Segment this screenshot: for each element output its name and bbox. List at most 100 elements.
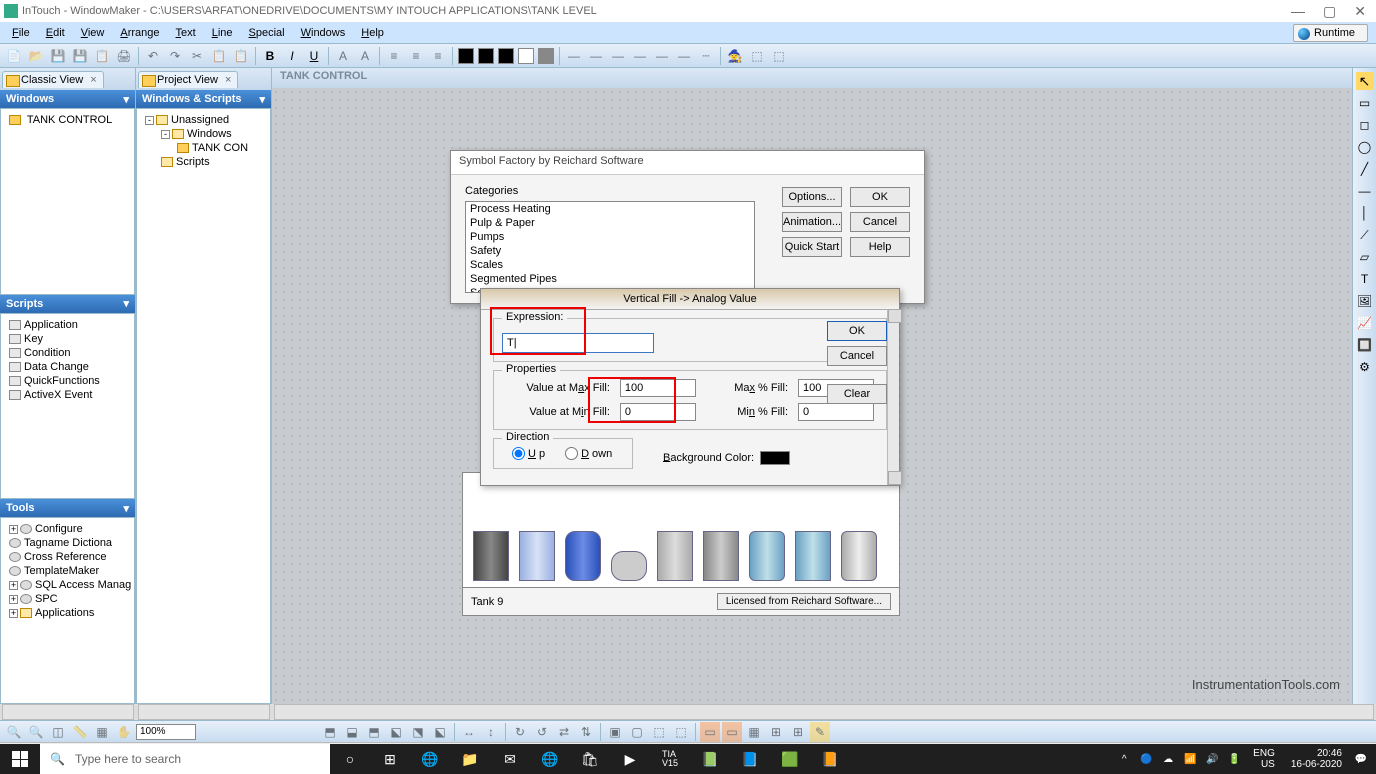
tool-sql[interactable]: +SQL Access Manag [3, 578, 132, 592]
symbol-item[interactable] [841, 531, 877, 581]
cell-icon[interactable]: ▦ [744, 722, 764, 742]
runtime-button[interactable]: Runtime [1293, 24, 1368, 42]
menu-arrange[interactable]: Arrange [112, 25, 167, 41]
line4-icon[interactable]: — [630, 46, 650, 66]
hline-tool-icon[interactable]: — [1356, 182, 1374, 200]
cat-item[interactable]: Safety [466, 244, 754, 258]
cortana-icon[interactable]: ○ [330, 744, 370, 774]
ruler-icon[interactable]: 📏 [70, 722, 90, 742]
excel-icon[interactable]: 📗 [690, 744, 730, 774]
script-item-condition[interactable]: Condition [3, 346, 132, 360]
tb-save-icon[interactable]: 💾 [48, 46, 68, 66]
symbol-item[interactable] [795, 531, 831, 581]
highlight-a-icon[interactable]: ▭ [700, 722, 720, 742]
mail-icon[interactable]: ✉ [490, 744, 530, 774]
snap-icon[interactable]: ◫ [48, 722, 68, 742]
line-tool-icon[interactable]: ╱ [1356, 160, 1374, 178]
vline-tool-icon[interactable]: │ [1356, 204, 1374, 222]
trend-tool-icon[interactable]: 📈 [1356, 314, 1374, 332]
down-radio[interactable]: Down [565, 447, 612, 460]
expander-icon[interactable]: + [9, 609, 18, 618]
bgcolor-swatch[interactable] [760, 451, 790, 465]
front-icon[interactable]: ▣ [605, 722, 625, 742]
menu-text[interactable]: Text [168, 25, 204, 41]
script-item-activex[interactable]: ActiveX Event [3, 388, 132, 402]
symbol-item[interactable] [611, 551, 647, 581]
symbol-item[interactable] [519, 531, 555, 581]
tool-b-icon[interactable]: ⬚ [769, 46, 789, 66]
close-button[interactable]: ✕ [1354, 3, 1366, 20]
tb-copy-icon[interactable]: 📋 [92, 46, 112, 66]
expander-icon[interactable]: + [9, 581, 18, 590]
dash-icon[interactable]: ┄ [696, 46, 716, 66]
lang-indicator[interactable]: ENG US [1247, 748, 1281, 770]
space-h-icon[interactable]: ↔ [459, 722, 479, 742]
menu-view[interactable]: View [73, 25, 113, 41]
windows-header[interactable]: Windows ▾ [0, 90, 135, 108]
sf-ok-button[interactable]: OK [850, 187, 910, 207]
tia-icon[interactable]: TIAV15 [650, 744, 690, 774]
group-icon[interactable]: ⬚ [649, 722, 669, 742]
tb-new-icon[interactable]: 📄 [4, 46, 24, 66]
project-view-tab[interactable]: Project View × [138, 71, 238, 88]
tool-crossref[interactable]: Cross Reference [3, 550, 132, 564]
vf-ok-button[interactable]: OK [827, 321, 887, 341]
flip-h-icon[interactable]: ⇄ [554, 722, 574, 742]
ws-header[interactable]: Windows & Scripts ▾ [136, 90, 271, 108]
options-button[interactable]: Options... [782, 187, 842, 207]
zoom-in-icon[interactable]: 🔍 [4, 722, 24, 742]
onedrive-icon[interactable]: ☁ [1159, 750, 1177, 768]
tools-header[interactable]: Tools ▾ [0, 499, 135, 517]
animation-button[interactable]: Animation... [782, 212, 842, 232]
rect-tool-icon[interactable]: ▭ [1356, 94, 1374, 112]
tree-windows[interactable]: -Windows [139, 127, 268, 141]
align-center-icon[interactable]: ≡ [406, 46, 426, 66]
valmin-input[interactable] [620, 403, 696, 421]
space-v-icon[interactable]: ↕ [481, 722, 501, 742]
cat-item[interactable]: Pumps [466, 230, 754, 244]
edit-icon[interactable]: ✎ [810, 722, 830, 742]
line5-icon[interactable]: — [652, 46, 672, 66]
tree-tankcontrol[interactable]: TANK CON [139, 141, 268, 155]
bold-button[interactable]: B [260, 46, 280, 66]
teamviewer-icon[interactable]: 🔵 [1137, 750, 1155, 768]
vf-clear-button[interactable]: Clear [827, 384, 887, 404]
pointer-tool-icon[interactable]: ↖ [1356, 72, 1374, 90]
tb-redo-icon[interactable]: ↷ [165, 46, 185, 66]
wizard-icon[interactable]: 🧙 [725, 46, 745, 66]
scripts-header[interactable]: Scripts ▾ [0, 295, 135, 313]
menu-line[interactable]: Line [204, 25, 241, 41]
tb-print-icon[interactable]: 🖨 [114, 46, 134, 66]
menu-special[interactable]: Special [241, 25, 293, 41]
symbol-item[interactable] [473, 531, 509, 581]
line3-icon[interactable]: — [608, 46, 628, 66]
tb-undo-icon[interactable]: ↶ [143, 46, 163, 66]
youtube-icon[interactable]: ▶ [610, 744, 650, 774]
expander-icon[interactable]: + [9, 595, 18, 604]
quickstart-button[interactable]: Quick Start [782, 237, 842, 257]
classic-view-tab[interactable]: Classic View × [2, 71, 104, 88]
break-icon[interactable]: ⊞ [766, 722, 786, 742]
cat-item[interactable]: Process Heating [466, 202, 754, 216]
align-t-icon[interactable]: ⬒ [320, 722, 340, 742]
align-left-icon[interactable]: ≡ [384, 46, 404, 66]
chevron-down-icon[interactable]: ▾ [123, 502, 129, 515]
back-icon[interactable]: ▢ [627, 722, 647, 742]
cat-item[interactable]: Segmented Pipes [466, 272, 754, 286]
menu-help[interactable]: Help [353, 25, 392, 41]
wifi-icon[interactable]: 📶 [1181, 750, 1199, 768]
explorer-icon[interactable]: 📁 [450, 744, 490, 774]
symbol-grid[interactable] [462, 472, 900, 588]
volume-icon[interactable]: 🔊 [1203, 750, 1221, 768]
line1-icon[interactable]: — [564, 46, 584, 66]
start-button[interactable] [0, 744, 40, 774]
tb-cut-icon[interactable]: ✂ [187, 46, 207, 66]
tree-scripts[interactable]: Scripts [139, 155, 268, 169]
minimize-button[interactable]: — [1291, 3, 1305, 20]
font-grow-icon[interactable]: A [333, 46, 353, 66]
canvas-hscroll[interactable] [274, 704, 1374, 720]
line6-icon[interactable]: — [674, 46, 694, 66]
chevron-down-icon[interactable]: ▾ [123, 93, 129, 106]
symbol-item[interactable] [703, 531, 739, 581]
align-b-icon[interactable]: ⬒ [364, 722, 384, 742]
